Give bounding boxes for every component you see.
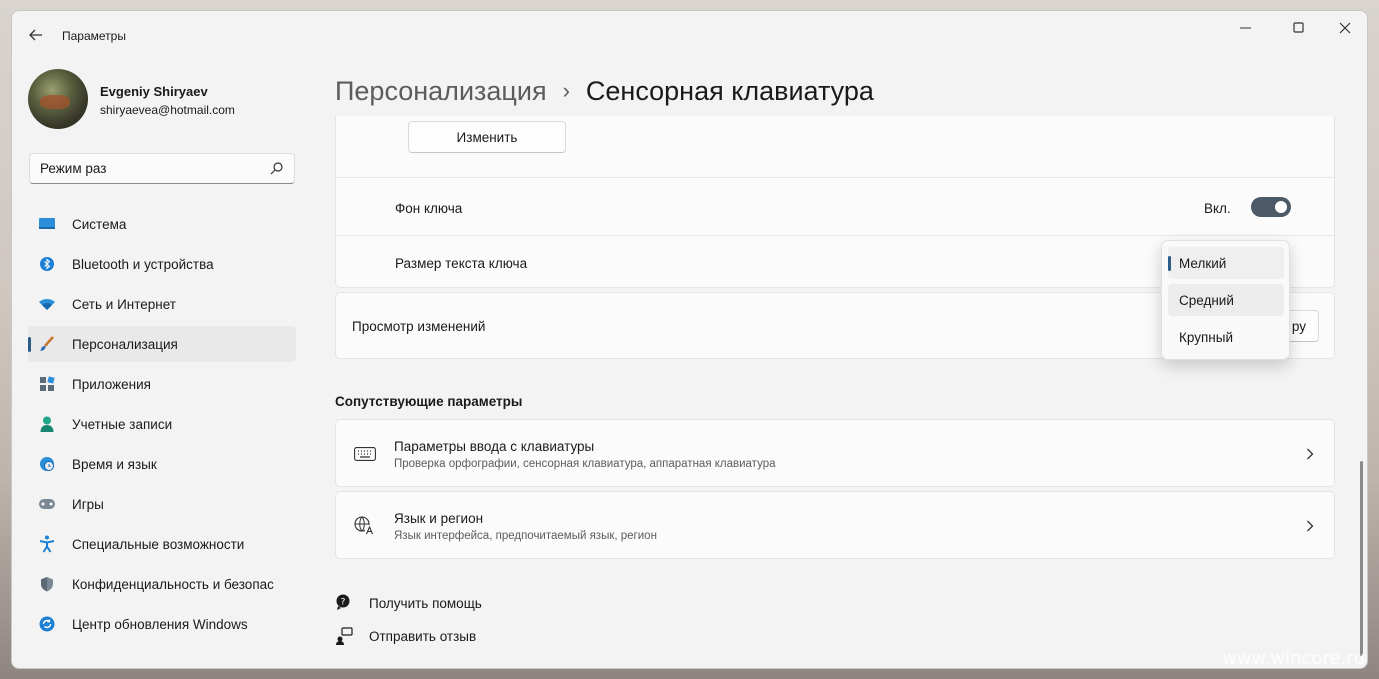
title-bar: Параметры	[12, 11, 1367, 59]
apps-icon	[38, 376, 56, 392]
key-text-size-dropdown: Мелкий Средний Крупный	[1161, 240, 1290, 360]
preview-label: Просмотр изменений	[352, 319, 486, 334]
close-icon	[1339, 22, 1351, 34]
settings-window: Параметры Evgeniy Shiryaev shiryaevea@ho…	[11, 10, 1368, 669]
related-settings-title: Сопутствующие параметры	[335, 394, 523, 409]
sidebar-item-accessibility[interactable]: Специальные возможности	[28, 526, 296, 562]
key-background-toggle[interactable]	[1251, 197, 1291, 217]
search-input[interactable]	[30, 154, 260, 183]
dropdown-option-large[interactable]: Крупный	[1168, 321, 1284, 353]
keyboard-input-title: Параметры ввода с клавиатуры	[394, 439, 595, 454]
sidebar-item-gaming[interactable]: Игры	[28, 486, 296, 522]
app-title: Параметры	[62, 29, 126, 43]
key-background-label: Фон ключа	[395, 201, 463, 216]
clock-globe-icon	[38, 456, 56, 472]
close-button[interactable]	[1322, 11, 1367, 45]
sidebar-item-network[interactable]: Сеть и Интернет	[28, 286, 296, 322]
sidebar-item-label: Bluetooth и устройства	[72, 256, 214, 272]
user-name: Evgeniy Shiryaev	[100, 84, 208, 99]
wifi-icon	[38, 296, 56, 312]
sidebar-item-label: Игры	[72, 496, 104, 512]
language-region-title: Язык и регион	[394, 511, 484, 526]
sidebar-item-label: Время и язык	[72, 456, 157, 472]
sidebar-item-label: Персонализация	[72, 336, 178, 352]
sidebar-item-label: Приложения	[72, 376, 151, 392]
avatar[interactable]	[28, 69, 88, 129]
sidebar-item-windows-update[interactable]: Центр обновления Windows	[28, 606, 296, 642]
sidebar-item-accounts[interactable]: Учетные записи	[28, 406, 296, 442]
send-feedback-label: Отправить отзыв	[369, 628, 477, 644]
sidebar-item-personalization[interactable]: Персонализация	[28, 326, 296, 362]
gamepad-icon	[38, 496, 56, 512]
dropdown-option-small[interactable]: Мелкий	[1168, 247, 1284, 279]
scrollbar[interactable]	[1360, 461, 1363, 656]
keyboard-input-settings-link[interactable]: Параметры ввода с клавиатуры Проверка ор…	[335, 419, 1335, 487]
page-title: Сенсорная клавиатура	[585, 75, 874, 106]
brush-icon	[38, 336, 56, 352]
bluetooth-icon	[38, 256, 56, 272]
divider	[336, 235, 1334, 236]
maximize-button[interactable]	[1276, 11, 1322, 45]
svg-text:?: ?	[341, 598, 346, 608]
sidebar-item-label: Сеть и Интернет	[72, 296, 176, 312]
get-help-label: Получить помощь	[369, 595, 482, 611]
shield-icon	[38, 576, 56, 592]
monitor-icon	[38, 216, 56, 232]
key-background-state: Вкл.	[1204, 201, 1231, 216]
language-region-subtitle: Язык интерфейса, предпочитаемый язык, ре…	[394, 530, 657, 542]
get-help-link[interactable]: ? Получить помощь	[335, 591, 482, 615]
search-box	[29, 153, 295, 184]
sidebar-item-label: Специальные возможности	[72, 536, 245, 552]
language-icon	[354, 516, 375, 535]
sidebar-item-label: Система	[72, 216, 127, 232]
person-icon	[38, 416, 56, 432]
sidebar-item-privacy[interactable]: Конфиденциальность и безопас	[28, 566, 296, 602]
sidebar-item-apps[interactable]: Приложения	[28, 366, 296, 402]
search-icon[interactable]	[270, 161, 284, 175]
back-button[interactable]	[22, 23, 50, 47]
feedback-icon	[336, 627, 353, 645]
chevron-right-icon	[1307, 448, 1314, 460]
sidebar-item-label: Конфиденциальность и безопас	[72, 576, 274, 592]
user-email: shiryaevea@hotmail.com	[100, 103, 235, 117]
dropdown-option-medium[interactable]: Средний	[1168, 284, 1284, 316]
sidebar-item-bluetooth[interactable]: Bluetooth и устройства	[28, 246, 296, 282]
keyboard-icon	[354, 447, 376, 461]
keyboard-input-subtitle: Проверка орфографии, сенсорная клавиатур…	[394, 458, 776, 470]
breadcrumb-parent[interactable]: Персонализация	[335, 76, 547, 107]
sidebar-item-time-language[interactable]: Время и язык	[28, 446, 296, 482]
sidebar-nav: Система Bluetooth и устройства Сеть и Ин…	[28, 206, 296, 646]
sidebar-item-label: Центр обновления Windows	[72, 616, 248, 632]
update-icon	[38, 616, 56, 632]
minimize-button[interactable]	[1223, 11, 1269, 45]
breadcrumb-separator: ›	[562, 78, 570, 103]
language-region-link[interactable]: Язык и регион Язык интерфейса, предпочит…	[335, 491, 1335, 559]
minimize-icon	[1240, 27, 1251, 29]
send-feedback-link[interactable]: Отправить отзыв	[335, 624, 476, 648]
divider	[336, 177, 1334, 178]
watermark: www.wincore.ru	[1222, 648, 1365, 669]
accessibility-icon	[38, 535, 56, 553]
chevron-right-icon	[1307, 520, 1314, 532]
breadcrumb: Персонализация › Сенсорная клавиатура	[335, 71, 874, 111]
maximize-icon	[1293, 22, 1304, 33]
sidebar-item-label: Учетные записи	[72, 416, 173, 432]
help-chat-icon: ?	[336, 594, 350, 610]
change-button[interactable]: Изменить	[408, 121, 566, 153]
back-arrow-icon	[29, 29, 42, 41]
key-text-size-label: Размер текста ключа	[395, 256, 528, 271]
sidebar-item-system[interactable]: Система	[28, 206, 296, 242]
